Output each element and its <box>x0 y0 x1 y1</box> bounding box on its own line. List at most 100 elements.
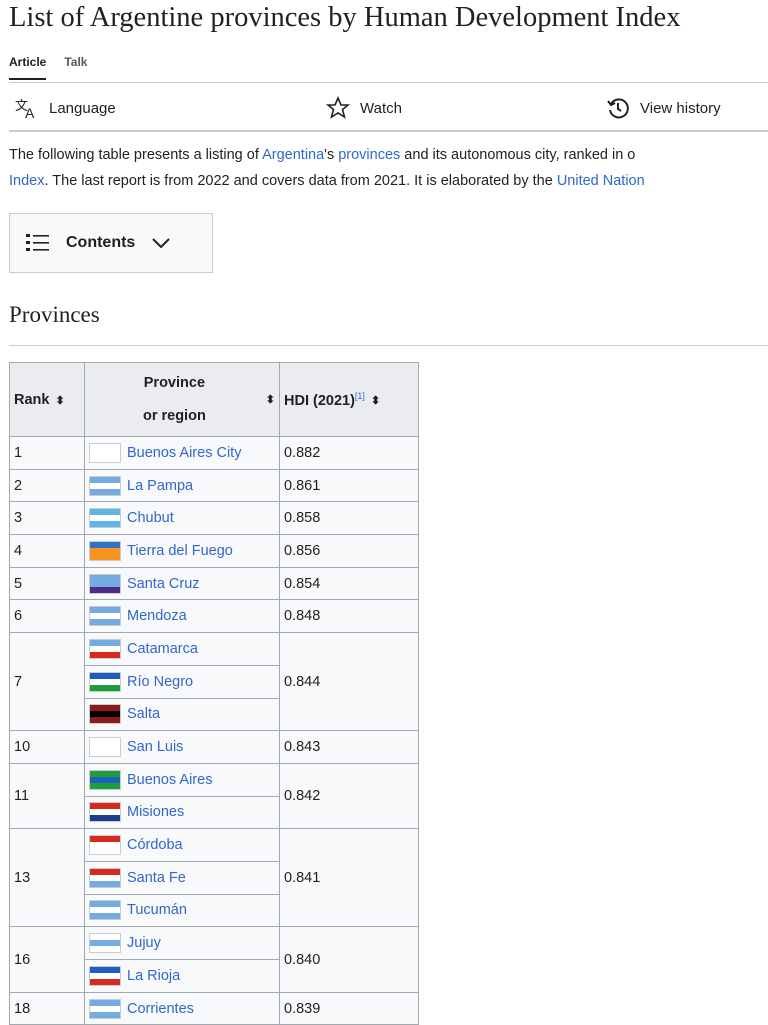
hdi-header-label: HDI (2021) <box>284 392 355 409</box>
reference-link[interactable]: [1] <box>355 391 365 401</box>
table-row: 13 Córdoba 0.841 <box>9 828 419 928</box>
province-link[interactable]: Salta <box>127 706 160 722</box>
hdi-cell: 0.856 <box>279 534 419 568</box>
sort-icon[interactable]: ⬍ <box>371 395 380 407</box>
province-cell: San Luis <box>84 730 280 764</box>
rank-cell: 18 <box>9 991 85 1025</box>
province-link[interactable]: Río Negro <box>127 673 193 689</box>
province-cell: La Rioja <box>84 959 280 993</box>
flag-icon[interactable] <box>89 606 121 627</box>
hdi-cell: 0.839 <box>279 991 419 1025</box>
flag-icon[interactable] <box>89 802 121 823</box>
table-row: 4 Tierra del Fuego 0.856 <box>9 534 419 568</box>
flag-icon[interactable] <box>89 671 121 692</box>
province-cell: La Pampa <box>84 468 280 503</box>
table-row: 16 Jujuy 0.840 <box>9 926 419 993</box>
province-link[interactable]: Córdoba <box>127 837 183 853</box>
sort-icon[interactable]: ⬍ <box>55 395 64 407</box>
province-cell: Jujuy <box>84 926 280 960</box>
rank-cell: 7 <box>9 632 85 732</box>
tab-article[interactable]: Article <box>9 55 47 80</box>
province-link[interactable]: Corrientes <box>127 1000 194 1016</box>
province-cell: Córdoba <box>84 828 280 862</box>
hdi-cell: 0.882 <box>279 436 419 470</box>
table-row: 7 Catamarca 0.844 <box>9 632 419 732</box>
flag-icon[interactable] <box>89 900 121 921</box>
hdi-cell: 0.848 <box>279 599 419 634</box>
flag-icon[interactable] <box>89 540 121 561</box>
table-row: 1 Buenos Aires City 0.882 <box>9 436 419 470</box>
flag-icon[interactable] <box>89 573 121 594</box>
chevron-down-icon <box>152 238 171 249</box>
rank-cell: 1 <box>9 436 85 470</box>
link-argentina[interactable]: Argentina <box>262 147 324 163</box>
intro-paragraph: The following table presents a listing o… <box>9 142 768 194</box>
province-link[interactable]: Mendoza <box>127 608 187 624</box>
history-icon <box>607 98 629 119</box>
province-link[interactable]: La Rioja <box>127 968 180 984</box>
page-title: List of Argentine provinces by Human Dev… <box>9 2 681 33</box>
hdi-header[interactable]: HDI (2021)[1] ⬍ <box>279 362 419 437</box>
flag-icon[interactable] <box>89 998 121 1019</box>
svg-text:A: A <box>25 105 35 120</box>
flag-icon[interactable] <box>89 769 121 790</box>
flag-icon[interactable] <box>89 867 121 888</box>
province-link[interactable]: Misiones <box>127 804 184 820</box>
flag-icon[interactable] <box>89 638 121 659</box>
province-link[interactable]: Catamarca <box>127 641 198 657</box>
link-provinces[interactable]: provinces <box>338 147 400 163</box>
hdi-cell: 0.854 <box>279 566 419 601</box>
province-link[interactable]: San Luis <box>127 739 183 755</box>
rank-header-label: Rank <box>14 391 50 408</box>
rank-cell: 6 <box>9 599 85 634</box>
language-button[interactable]: 文A Language <box>15 94 116 122</box>
contents-toggle[interactable]: Contents <box>9 213 213 273</box>
hdi-table: Rank ⬍ Province or region ⬍ HDI (2021)[1] ⬍ … <box>9 362 419 1025</box>
view-history-button[interactable]: View history <box>606 94 721 122</box>
province-cell: Tucumán <box>84 893 280 928</box>
province-link[interactable]: Jujuy <box>127 935 161 951</box>
flag-icon[interactable] <box>89 704 121 725</box>
rank-header[interactable]: Rank ⬍ <box>9 362 85 437</box>
rank-cell: 10 <box>9 730 85 764</box>
province-link[interactable]: Tucumán <box>127 902 187 918</box>
province-header-label: Province <box>143 374 206 391</box>
hdi-cell: 0.844 <box>279 632 419 732</box>
province-link[interactable]: La Pampa <box>127 477 193 493</box>
text: and its autonomous city, ranked in o <box>400 147 636 163</box>
text: 's <box>324 147 339 163</box>
star-icon <box>326 96 350 119</box>
link-index[interactable]: Index <box>9 173 44 189</box>
link-united-nations[interactable]: United Nation <box>557 173 645 189</box>
watch-label: Watch <box>360 99 402 117</box>
flag-icon[interactable] <box>89 508 121 529</box>
tab-talk[interactable]: Talk <box>64 55 87 80</box>
list-icon <box>26 234 49 251</box>
province-link[interactable]: Tierra del Fuego <box>127 543 233 559</box>
flag-icon[interactable] <box>89 965 121 986</box>
divider <box>9 345 768 346</box>
province-link[interactable]: Santa Cruz <box>127 575 200 591</box>
watch-button[interactable]: Watch <box>326 94 402 122</box>
sort-icon[interactable]: ⬍ <box>266 393 275 406</box>
text: . The last report is from 2022 and cover… <box>44 173 557 189</box>
flag-icon[interactable] <box>89 737 121 758</box>
province-cell: Santa Cruz <box>84 566 280 601</box>
province-cell: Misiones <box>84 795 280 830</box>
flag-icon[interactable] <box>89 475 121 496</box>
province-link[interactable]: Buenos Aires <box>127 772 212 788</box>
rank-cell: 13 <box>9 828 85 928</box>
flag-icon[interactable] <box>89 442 121 463</box>
divider <box>9 130 768 132</box>
province-header[interactable]: Province or region ⬍ <box>84 362 280 437</box>
province-link[interactable]: Buenos Aires City <box>127 445 241 461</box>
province-cell: Buenos Aires <box>84 762 280 797</box>
flag-icon[interactable] <box>89 933 121 954</box>
province-link[interactable]: Chubut <box>127 510 174 526</box>
province-link[interactable]: Santa Fe <box>127 870 186 886</box>
flag-icon[interactable] <box>89 835 121 856</box>
hdi-cell: 0.841 <box>279 828 419 928</box>
table-row: 2 La Pampa 0.861 <box>9 468 419 503</box>
rank-cell: 2 <box>9 468 85 503</box>
rank-cell: 4 <box>9 534 85 568</box>
